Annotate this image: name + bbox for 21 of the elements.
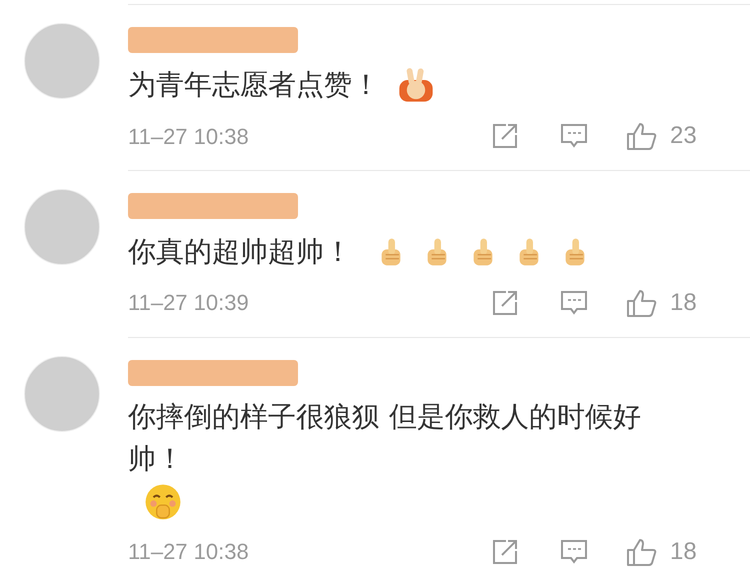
share-icon[interactable] — [492, 290, 518, 316]
comment-text: 你摔倒的样子很狼狈 但是你救人的时候好帅！ — [128, 398, 642, 477]
like-count: 23 — [670, 121, 698, 152]
thumbs-up-icon[interactable] — [626, 536, 658, 567]
comment-time: 11–27 10:39 — [128, 289, 249, 318]
comment-time: 11–27 10:38 — [128, 122, 249, 151]
comment-icon[interactable] — [560, 538, 588, 566]
thumbs-up-icon[interactable] — [626, 121, 658, 152]
blushing-face-emoji-icon — [144, 483, 182, 522]
like-count: 18 — [670, 288, 698, 318]
blurred-username[interactable] — [128, 193, 298, 220]
thumbs-up-icon[interactable] — [626, 288, 658, 318]
comment-text: 你真的超帅超帅！ — [128, 234, 352, 270]
blurred-username[interactable] — [128, 360, 298, 386]
comment-icon[interactable] — [560, 288, 588, 317]
comment-time: 11–27 10:38 — [128, 538, 249, 566]
like-count: 18 — [670, 536, 698, 567]
share-icon[interactable] — [492, 538, 518, 565]
comment-icon[interactable] — [560, 122, 588, 150]
comment-text: 为青年志愿者点赞！ — [128, 67, 380, 104]
share-icon[interactable] — [492, 123, 518, 150]
